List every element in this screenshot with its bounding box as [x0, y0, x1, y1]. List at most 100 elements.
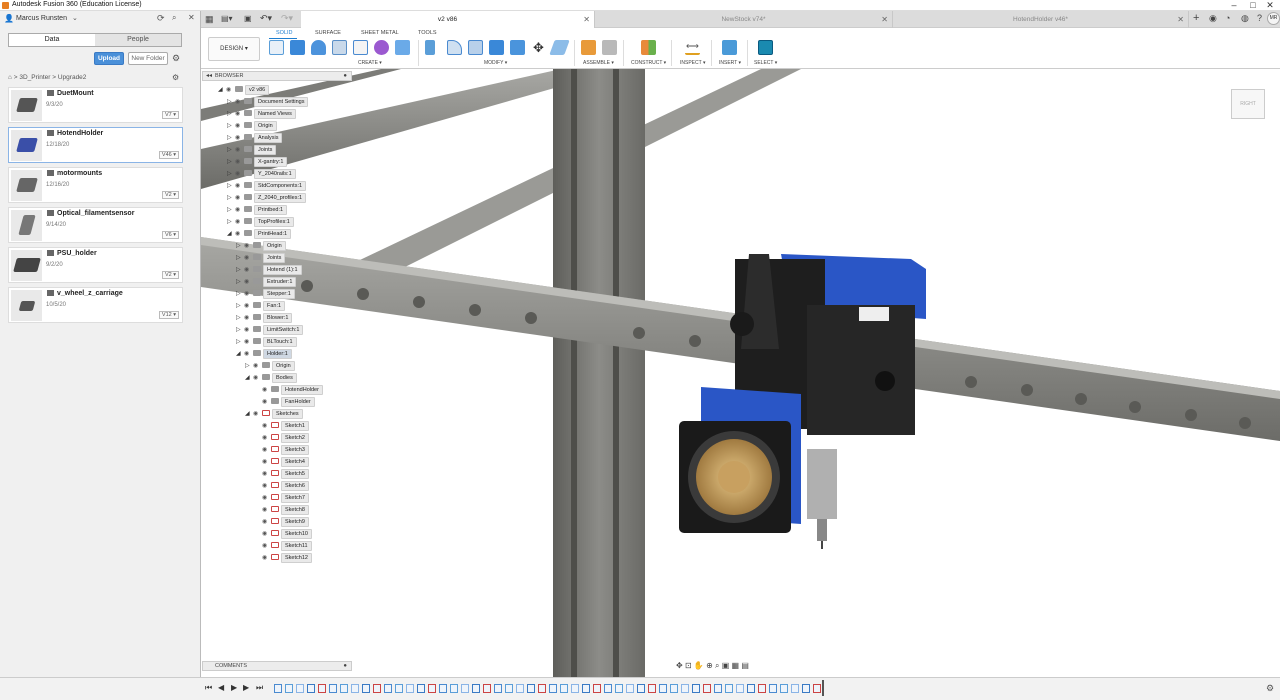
new-tab-icon[interactable]: +	[1193, 12, 1199, 24]
mirror-icon[interactable]	[395, 40, 410, 55]
version-badge[interactable]: V6 ▾	[161, 231, 179, 239]
visibility-eye-icon[interactable]: ◉	[262, 553, 271, 563]
visibility-eye-icon[interactable]: ◉	[235, 205, 244, 215]
combine-icon[interactable]	[510, 40, 525, 55]
step-back-icon[interactable]: ◀	[218, 683, 224, 692]
browser-node[interactable]: ◉ Sketch12	[254, 553, 312, 563]
timeline-feature-icon[interactable]	[758, 684, 766, 693]
tab-hotendholder[interactable]: HotendHolder v46* ✕	[893, 11, 1189, 28]
select-icon[interactable]	[758, 40, 773, 55]
timeline-feature-icon[interactable]	[373, 684, 381, 693]
collapsed-triangle-icon[interactable]: ▷	[236, 289, 244, 299]
step-forward-icon[interactable]: ▶	[243, 683, 249, 692]
create-form-icon[interactable]	[374, 40, 389, 55]
pan-icon[interactable]: ✋	[694, 661, 704, 670]
timeline-feature-icon[interactable]	[604, 684, 612, 693]
timeline-feature-icon[interactable]	[593, 684, 601, 693]
visibility-eye-icon[interactable]: ◉	[253, 373, 262, 383]
modify-menu[interactable]: MODIFY ▾	[484, 60, 507, 66]
extensions-icon[interactable]: ◉	[1209, 13, 1217, 24]
collapse-icon[interactable]: ◂◂	[206, 72, 212, 80]
visibility-eye-icon[interactable]: ◉	[244, 277, 253, 287]
visibility-eye-icon[interactable]: ◉	[235, 121, 244, 131]
collapsed-triangle-icon[interactable]: ▷	[227, 145, 235, 155]
file-card-motormounts[interactable]: motormounts 12/16/20 V2 ▾	[8, 167, 183, 203]
gear-icon[interactable]: ⚙	[172, 53, 180, 64]
version-badge[interactable]: V7 ▾	[161, 111, 179, 119]
timeline-feature-icon[interactable]	[439, 684, 447, 693]
collapsed-triangle-icon[interactable]: ▷	[227, 97, 235, 107]
model-canvas[interactable]	[201, 69, 1280, 677]
undo-icon[interactable]: ↶▾	[260, 13, 272, 24]
file-card-psu-holder[interactable]: PSU_holder 9/2/20 V2 ▾	[8, 247, 183, 283]
file-menu-icon[interactable]: ▤▾	[221, 14, 233, 23]
browser-node[interactable]: ◉ Sketch7	[254, 493, 309, 503]
redo-icon[interactable]: ↷▾	[281, 13, 293, 24]
3d-viewport[interactable]: RIGHT	[201, 69, 1280, 677]
collapsed-triangle-icon[interactable]: ▷	[227, 133, 235, 143]
browser-node[interactable]: ◉ Sketch5	[254, 469, 309, 479]
timeline-feature-icon[interactable]	[626, 684, 634, 693]
search-icon[interactable]: ⌕	[172, 13, 176, 23]
new-component-icon[interactable]	[581, 40, 596, 55]
timeline-feature-icon[interactable]	[692, 684, 700, 693]
expanded-triangle-icon[interactable]: ◢	[245, 409, 253, 419]
visibility-eye-icon[interactable]: ◉	[244, 253, 253, 263]
timeline-feature-icon[interactable]	[307, 684, 315, 693]
timeline-feature-icon[interactable]	[329, 684, 337, 693]
version-badge[interactable]: V12 ▾	[158, 311, 179, 319]
view-cube[interactable]: RIGHT	[1231, 89, 1265, 119]
visibility-eye-icon[interactable]: ◉	[244, 349, 253, 359]
close-tab-icon[interactable]: ✕	[1177, 11, 1184, 28]
collapsed-triangle-icon[interactable]: ▷	[227, 193, 235, 203]
look-at-icon[interactable]: ⊡	[685, 661, 692, 670]
tab-data[interactable]: Data	[9, 34, 95, 46]
browser-node[interactable]: ▷ ◉ Named Views	[227, 109, 296, 119]
collapsed-triangle-icon[interactable]: ▷	[236, 337, 244, 347]
browser-node[interactable]: ▷ ◉ Analysis	[227, 133, 283, 143]
visibility-eye-icon[interactable]: ◉	[262, 421, 271, 431]
collapsed-triangle-icon[interactable]: ▷	[236, 277, 244, 287]
visibility-eye-icon[interactable]: ◉	[235, 109, 244, 119]
timeline-feature-icon[interactable]	[549, 684, 557, 693]
browser-node[interactable]: ▷ ◉ Joints	[227, 145, 277, 155]
timeline-feature-icon[interactable]	[362, 684, 370, 693]
visibility-eye-icon[interactable]: ◉	[262, 397, 271, 407]
create-sketch-icon[interactable]	[269, 40, 284, 55]
browser-node[interactable]: ◉ Sketch8	[254, 505, 309, 515]
visibility-eye-icon[interactable]: ◉	[244, 325, 253, 335]
visibility-eye-icon[interactable]: ◉	[244, 337, 253, 347]
assemble-menu[interactable]: ASSEMBLE ▾	[583, 60, 614, 66]
visibility-eye-icon[interactable]: ◉	[244, 289, 253, 299]
grid-settings-icon[interactable]: ▦	[732, 661, 740, 670]
create-menu[interactable]: CREATE ▾	[358, 60, 382, 66]
timeline-feature-icon[interactable]	[670, 684, 678, 693]
timeline-feature-icon[interactable]	[450, 684, 458, 693]
browser-node[interactable]: ▷ ◉ Origin	[245, 361, 295, 371]
user-name[interactable]: Marcus Runsten	[16, 15, 67, 22]
refresh-icon[interactable]: ⟳	[157, 13, 165, 24]
visibility-eye-icon[interactable]: ◉	[244, 313, 253, 323]
fillet-icon[interactable]	[447, 40, 462, 55]
visibility-eye-icon[interactable]: ◉	[253, 409, 262, 419]
browser-node[interactable]: ◉ FanHolder	[254, 397, 315, 407]
browser-node[interactable]: ▷ ◉ Blower:1	[236, 313, 293, 323]
pin-icon[interactable]: ●	[343, 662, 347, 670]
comments-panel[interactable]: COMMENTS ●	[202, 661, 352, 671]
timeline-feature-icon[interactable]	[417, 684, 425, 693]
joint-icon[interactable]	[602, 40, 617, 55]
collapsed-triangle-icon[interactable]: ▷	[236, 241, 244, 251]
browser-node[interactable]: ▷ ◉ Hotend (1):1	[236, 265, 302, 275]
timeline-feature-icon[interactable]	[340, 684, 348, 693]
visibility-eye-icon[interactable]: ◉	[262, 457, 271, 467]
expanded-triangle-icon[interactable]: ◢	[245, 373, 253, 383]
timeline-feature-icon[interactable]	[351, 684, 359, 693]
timeline-feature-icon[interactable]	[516, 684, 524, 693]
timeline-feature-icon[interactable]	[791, 684, 799, 693]
browser-node[interactable]: ◉ Sketch6	[254, 481, 309, 491]
insert-image-icon[interactable]	[722, 40, 737, 55]
browser-node[interactable]: ▷ ◉ Fan:1	[236, 301, 286, 311]
timeline-feature-icon[interactable]	[714, 684, 722, 693]
visibility-eye-icon[interactable]: ◉	[262, 481, 271, 491]
visibility-eye-icon[interactable]: ◉	[235, 145, 244, 155]
